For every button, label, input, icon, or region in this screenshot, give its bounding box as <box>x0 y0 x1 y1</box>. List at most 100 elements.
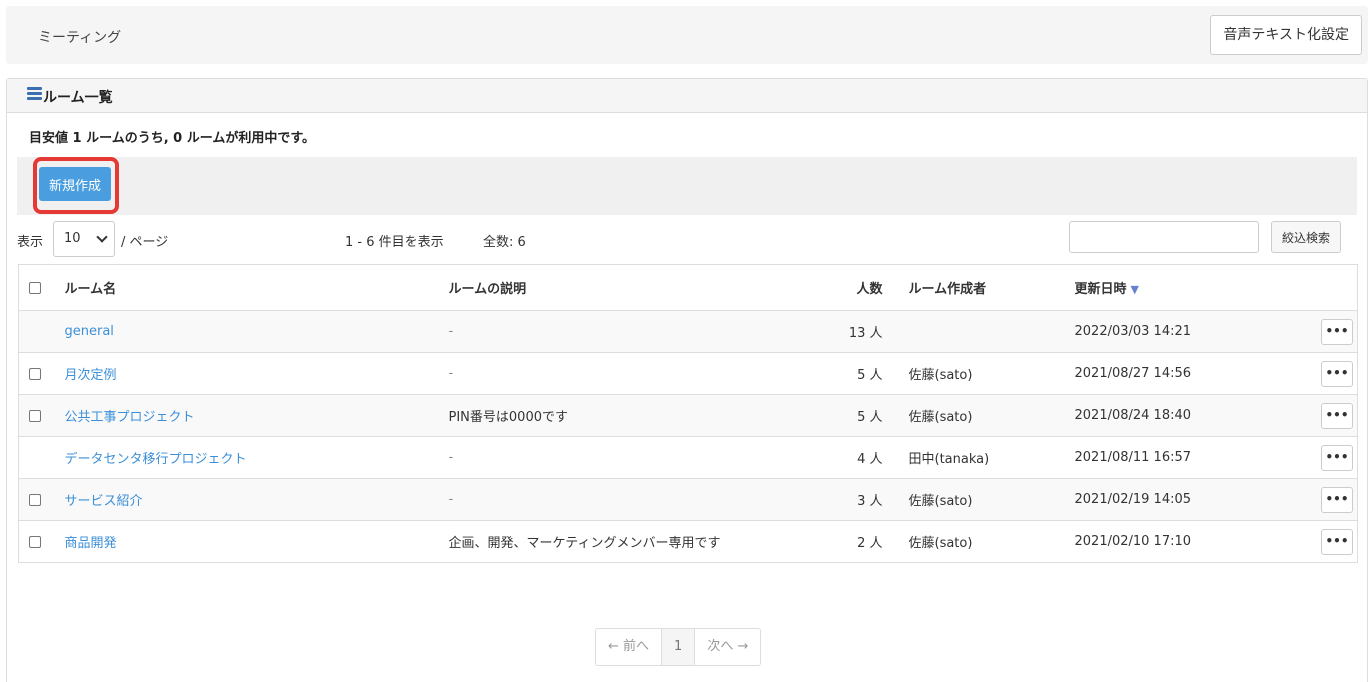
list-controls: 表示 10 / ページ 1 - 6 件目を表示 全数: 6 絞込検索 <box>7 221 1369 257</box>
per-page-value: 10 <box>64 231 81 246</box>
updated-at-cell: 2021/08/24 18:40 <box>1058 394 1289 437</box>
room-name-cell: 月次定例 <box>54 352 437 395</box>
room-name-link[interactable]: 商品開発 <box>65 536 117 551</box>
table-row: 公共工事プロジェクト PIN番号は0000です 5 人佐藤(sato) 2021/08… <box>18 394 1358 437</box>
row-checkbox[interactable] <box>29 409 41 422</box>
updated-at-cell: 2021/08/27 14:56 <box>1058 352 1289 395</box>
action-toolbar: 新規作成 <box>17 157 1357 215</box>
more-options-icon[interactable]: ••• <box>1321 360 1353 387</box>
per-page-select[interactable]: 10 <box>53 221 115 257</box>
room-desc-cell: - <box>436 310 815 353</box>
row-actions-cell: ••• <box>1288 436 1358 479</box>
next-page-button[interactable]: 次へ → <box>695 629 761 665</box>
chevron-down-icon <box>96 231 108 243</box>
updated-at-cell: 2021/08/11 16:57 <box>1058 436 1289 479</box>
per-page-label: / ページ <box>121 235 169 250</box>
member-count-cell: 3 人 <box>814 478 893 521</box>
room-desc-cell: - <box>436 436 815 479</box>
updated-at-cell: 2022/03/03 14:21 <box>1058 310 1289 353</box>
room-name-link[interactable]: サービス紹介 <box>65 494 143 509</box>
row-select-cell <box>18 394 55 437</box>
member-count-cell: 13 人 <box>814 310 893 353</box>
row-actions-cell: ••• <box>1288 394 1358 437</box>
more-options-icon[interactable]: ••• <box>1321 402 1353 429</box>
room-name-link[interactable]: 公共工事プロジェクト <box>65 410 195 425</box>
room-desc-cell: - <box>436 478 815 521</box>
search-button[interactable]: 絞込検索 <box>1271 221 1342 253</box>
room-name-cell: general <box>54 310 437 353</box>
row-select-cell <box>18 520 55 563</box>
updated-at-cell: 2021/02/19 14:05 <box>1058 478 1289 521</box>
room-owner-cell: 佐藤(sato) <box>892 478 1059 521</box>
room-owner-cell: 佐藤(sato) <box>892 352 1059 395</box>
row-actions-cell: ••• <box>1288 478 1358 521</box>
row-actions-cell: ••• <box>1288 310 1358 353</box>
header-updated-at[interactable]: 更新日時 ▼ <box>1058 264 1289 311</box>
member-count-cell: 5 人 <box>814 394 893 437</box>
more-options-icon[interactable]: ••• <box>1321 318 1353 345</box>
row-actions-cell: ••• <box>1288 520 1358 563</box>
more-options-icon[interactable]: ••• <box>1321 528 1353 555</box>
header-updated-at-label: 更新日時 <box>1074 282 1127 297</box>
show-label: 表示 <box>17 235 44 250</box>
room-owner-cell <box>892 310 1059 353</box>
row-select-cell <box>18 352 55 395</box>
table-header-row: ルーム名 ルームの説明 人数 ルーム作成者 更新日時 ▼ <box>18 264 1358 311</box>
room-owner-cell: 佐藤(sato) <box>892 520 1059 563</box>
more-options-icon[interactable]: ••• <box>1321 444 1353 471</box>
table-row: general -13 人 2022/03/03 14:21 ••• <box>18 310 1358 353</box>
header-room-desc[interactable]: ルームの説明 <box>436 264 815 311</box>
total-count: 全数: 6 <box>483 235 526 250</box>
room-list-panel: ルーム一覧 目安値 1 ルームのうち, 0 ルームが利用中です。 新規作成 表示… <box>6 78 1368 682</box>
member-count-cell: 4 人 <box>814 436 893 479</box>
room-name-cell: 公共工事プロジェクト <box>54 394 437 437</box>
updated-at-cell: 2021/02/10 17:10 <box>1058 520 1289 563</box>
top-bar: ミーティング 音声テキスト化設定 <box>6 6 1368 64</box>
room-owner-cell: 田中(tanaka) <box>892 436 1059 479</box>
panel-title: ルーム一覧 <box>43 90 113 106</box>
room-name-link[interactable]: データセンタ移行プロジェクト <box>65 452 247 467</box>
row-select-cell <box>18 310 55 353</box>
room-name-link[interactable]: general <box>65 324 114 339</box>
room-desc-cell: 企画、開発、マーケティングメンバー専用です <box>436 520 815 563</box>
room-name-cell: データセンタ移行プロジェクト <box>54 436 437 479</box>
search-input[interactable] <box>1069 221 1259 253</box>
row-checkbox[interactable] <box>29 535 41 548</box>
page-title: ミーティング <box>38 30 122 46</box>
room-desc-cell: PIN番号は0000です <box>436 394 815 437</box>
table-row: データセンタ移行プロジェクト -4 人田中(tanaka) 2021/08/11 1… <box>18 436 1358 479</box>
list-icon <box>27 87 42 102</box>
row-select-cell <box>18 436 55 479</box>
member-count-cell: 5 人 <box>814 352 893 395</box>
row-checkbox[interactable] <box>29 367 41 380</box>
room-name-link[interactable]: 月次定例 <box>65 368 117 383</box>
member-count-cell: 2 人 <box>814 520 893 563</box>
room-desc-cell: - <box>436 352 815 395</box>
more-options-icon[interactable]: ••• <box>1321 486 1353 513</box>
room-table: ルーム名 ルームの説明 人数 ルーム作成者 更新日時 ▼ general -13 人… <box>18 264 1358 563</box>
room-name-cell: サービス紹介 <box>54 478 437 521</box>
table-row: 商品開発 企画、開発、マーケティングメンバー専用です 2 人佐藤(sato) 2021… <box>18 520 1358 563</box>
range-text: 1 - 6 件目を表示 <box>345 235 444 250</box>
table-row: サービス紹介 -3 人佐藤(sato) 2021/02/19 14:05 ••• <box>18 478 1358 521</box>
row-checkbox[interactable] <box>29 493 41 506</box>
speech-to-text-settings-button[interactable]: 音声テキスト化設定 <box>1210 15 1362 55</box>
sort-desc-icon: ▼ <box>1130 283 1139 296</box>
room-owner-cell: 佐藤(sato) <box>892 394 1059 437</box>
usage-notice: 目安値 1 ルームのうち, 0 ルームが利用中です。 <box>29 131 316 146</box>
header-member-count[interactable]: 人数 <box>814 264 893 311</box>
select-all-cell <box>18 264 55 311</box>
room-name-cell: 商品開発 <box>54 520 437 563</box>
row-select-cell <box>18 478 55 521</box>
select-all-checkbox[interactable] <box>29 281 41 294</box>
row-actions-cell: ••• <box>1288 352 1358 395</box>
current-page[interactable]: 1 <box>661 629 696 665</box>
new-room-button[interactable]: 新規作成 <box>39 167 112 201</box>
table-row: 月次定例 -5 人佐藤(sato) 2021/08/27 14:56 ••• <box>18 352 1358 395</box>
prev-page-button[interactable]: ← 前へ <box>596 629 662 665</box>
pagination: ← 前へ 1 次へ → <box>595 628 762 666</box>
panel-heading: ルーム一覧 <box>7 79 1367 113</box>
header-room-name[interactable]: ルーム名 <box>54 264 437 311</box>
header-actions <box>1288 264 1358 311</box>
header-room-owner[interactable]: ルーム作成者 <box>892 264 1059 311</box>
